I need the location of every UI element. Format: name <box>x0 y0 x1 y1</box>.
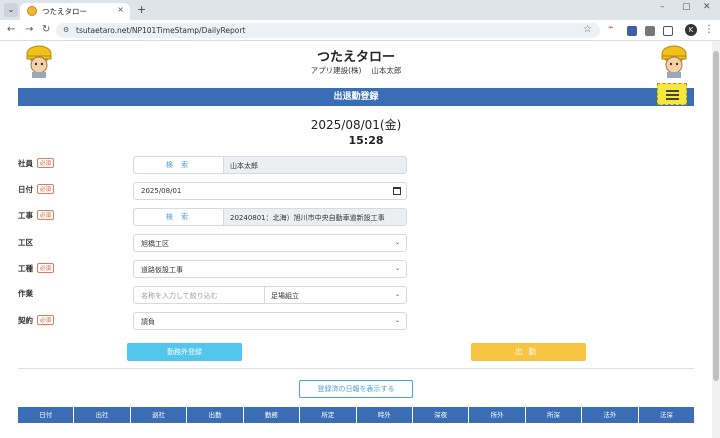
page-viewport: つたえタロー アプリ建設(株) 山本太郎 出退勤登録 2025/08/01(金)… <box>0 41 712 438</box>
task-label: 作業 <box>18 288 33 299</box>
page-scrollbar[interactable] <box>712 41 720 438</box>
attendance-table-header: 日付 出社 退社 出勤 勤務 所定 時外 深夜 所外 所深 法外 法深 <box>18 407 694 423</box>
scrollbar-thumb[interactable] <box>713 51 719 381</box>
employee-value: 山本太郎 <box>230 162 258 170</box>
chevron-down-icon: ⌄ <box>394 317 400 324</box>
contract-label: 契約 必須 <box>18 315 55 326</box>
required-badge: 必須 <box>37 263 55 273</box>
section-divider <box>18 368 694 369</box>
forward-icon[interactable]: → <box>25 24 33 36</box>
table-header-cell[interactable]: 日付 <box>18 407 75 423</box>
maximize-icon[interactable]: ▢ <box>682 2 691 12</box>
table-header-cell[interactable]: 法外 <box>582 407 639 423</box>
task-filter-input[interactable]: 名称を入力して絞り込む <box>141 291 218 301</box>
chevron-down-icon: ⌄ <box>394 265 400 272</box>
address-bar[interactable]: ⚙ tsutaetaro.net/NP101TimeStamp/DailyRep… <box>56 23 600 38</box>
register-outside-button[interactable]: 勤務外登録 <box>127 343 242 361</box>
back-icon[interactable]: ← <box>7 24 15 36</box>
contract-select[interactable]: 請負 ⌄ <box>133 312 407 330</box>
bookmark-star-icon[interactable]: ☆ <box>583 24 592 35</box>
table-header-cell[interactable]: 時外 <box>357 407 413 423</box>
mascot-right-icon <box>661 45 687 78</box>
table-header-cell[interactable]: 退社 <box>131 407 188 423</box>
extension-gray-icon[interactable] <box>645 26 655 36</box>
date-label-text: 日付 <box>18 185 33 194</box>
new-tab-icon[interactable]: + <box>137 3 146 16</box>
table-header-cell[interactable]: 所深 <box>526 407 583 423</box>
task-label-text: 作業 <box>18 289 33 298</box>
contract-value: 請負 <box>141 318 155 326</box>
date-value: 2025/08/01 <box>141 187 182 195</box>
clock-in-button[interactable]: 出勤 <box>471 343 586 361</box>
browser-tab[interactable]: つたえタロー × <box>20 3 130 20</box>
minimize-icon[interactable]: – <box>660 2 665 12</box>
extensions-puzzle-icon[interactable] <box>663 26 673 36</box>
browser-toolbar: ← → ↻ ⚙ tsutaetaro.net/NP101TimeStamp/Da… <box>0 20 720 41</box>
required-badge: 必須 <box>37 210 55 220</box>
chevron-down-icon: ⌄ <box>394 291 400 298</box>
zone-value: 旭橋工区 <box>141 240 169 248</box>
table-header-cell[interactable]: 出勤 <box>187 407 244 423</box>
project-label-text: 工事 <box>18 211 33 220</box>
zone-select[interactable]: 旭橋工区 ⌄ <box>133 234 407 252</box>
site-info-icon[interactable]: ⚙ <box>63 26 72 35</box>
date-label: 日付 必須 <box>18 184 55 195</box>
show-daily-reports-button[interactable]: 登録済の日報を表示する <box>299 380 413 398</box>
table-header-cell[interactable]: 法深 <box>639 407 694 423</box>
required-badge: 必須 <box>37 158 55 168</box>
contract-label-text: 契約 <box>18 316 33 325</box>
profile-avatar[interactable]: K <box>685 24 697 36</box>
work-type-select[interactable]: 道路仮設工事 ⌄ <box>133 260 407 278</box>
project-value: 20240801：北海）旭川市中央自動車道新設工事 <box>230 214 385 222</box>
current-time: 15:28 <box>348 134 384 147</box>
extension-blue-icon[interactable] <box>627 26 637 36</box>
app-title: つたえタロー <box>316 50 395 65</box>
app-header: つたえタロー アプリ建設(株) 山本太郎 <box>18 41 694 83</box>
tab-title: つたえタロー <box>42 7 87 16</box>
table-header-cell[interactable]: 所外 <box>469 407 526 423</box>
browser-menu-icon[interactable]: ⋮ <box>704 24 714 35</box>
task-select[interactable]: 足場組立 <box>271 291 299 301</box>
required-badge: 必須 <box>37 184 55 194</box>
close-tab-icon[interactable]: × <box>117 5 124 14</box>
project-field: 検 索 20240801：北海）旭川市中央自動車道新設工事 <box>133 208 407 226</box>
date-input[interactable]: 2025/08/01 <box>133 182 407 200</box>
hamburger-menu-icon[interactable] <box>657 83 687 105</box>
work-type-value: 道路仮設工事 <box>141 266 183 274</box>
task-field: 名称を入力して絞り込む 足場組立 ⌄ <box>133 286 407 304</box>
chevron-down-icon: ⌄ <box>394 239 400 246</box>
table-header-cell[interactable]: 深夜 <box>413 407 470 423</box>
window-close-icon[interactable]: ✕ <box>703 2 711 12</box>
zone-label: 工区 <box>18 237 33 248</box>
employee-search-button[interactable]: 検 索 <box>134 157 224 173</box>
calendar-icon[interactable] <box>393 187 401 195</box>
work-type-label: 工種 必須 <box>18 263 55 274</box>
field-divider <box>264 287 265 303</box>
required-badge: 必須 <box>37 315 55 325</box>
browser-tab-bar: ⌄ つたえタロー × + – ▢ ✕ <box>0 0 720 20</box>
page-banner: 出退勤登録 <box>18 88 694 106</box>
tab-search-icon[interactable]: ⌄ <box>4 3 18 17</box>
current-date: 2025/08/01(金) <box>310 118 402 132</box>
project-label: 工事 必須 <box>18 210 55 221</box>
employee-label-text: 社員 <box>18 159 33 168</box>
reload-icon[interactable]: ↻ <box>42 24 50 36</box>
url-text[interactable]: tsutaetaro.net/NP101TimeStamp/DailyRepor… <box>76 26 245 35</box>
employee-field: 検 索 山本太郎 <box>133 156 407 174</box>
company-user-text: アプリ建設(株) 山本太郎 <box>310 66 402 75</box>
table-header-cell[interactable]: 勤務 <box>244 407 301 423</box>
employee-label: 社員 必須 <box>18 158 55 169</box>
favicon-icon <box>27 6 37 16</box>
work-type-label-text: 工種 <box>18 264 33 273</box>
zone-label-text: 工区 <box>18 238 33 247</box>
project-search-button[interactable]: 検 索 <box>134 209 224 225</box>
table-header-cell[interactable]: 所定 <box>300 407 357 423</box>
table-header-cell[interactable]: 出社 <box>74 407 131 423</box>
extension-red-icon[interactable]: ⌁ <box>608 23 618 33</box>
